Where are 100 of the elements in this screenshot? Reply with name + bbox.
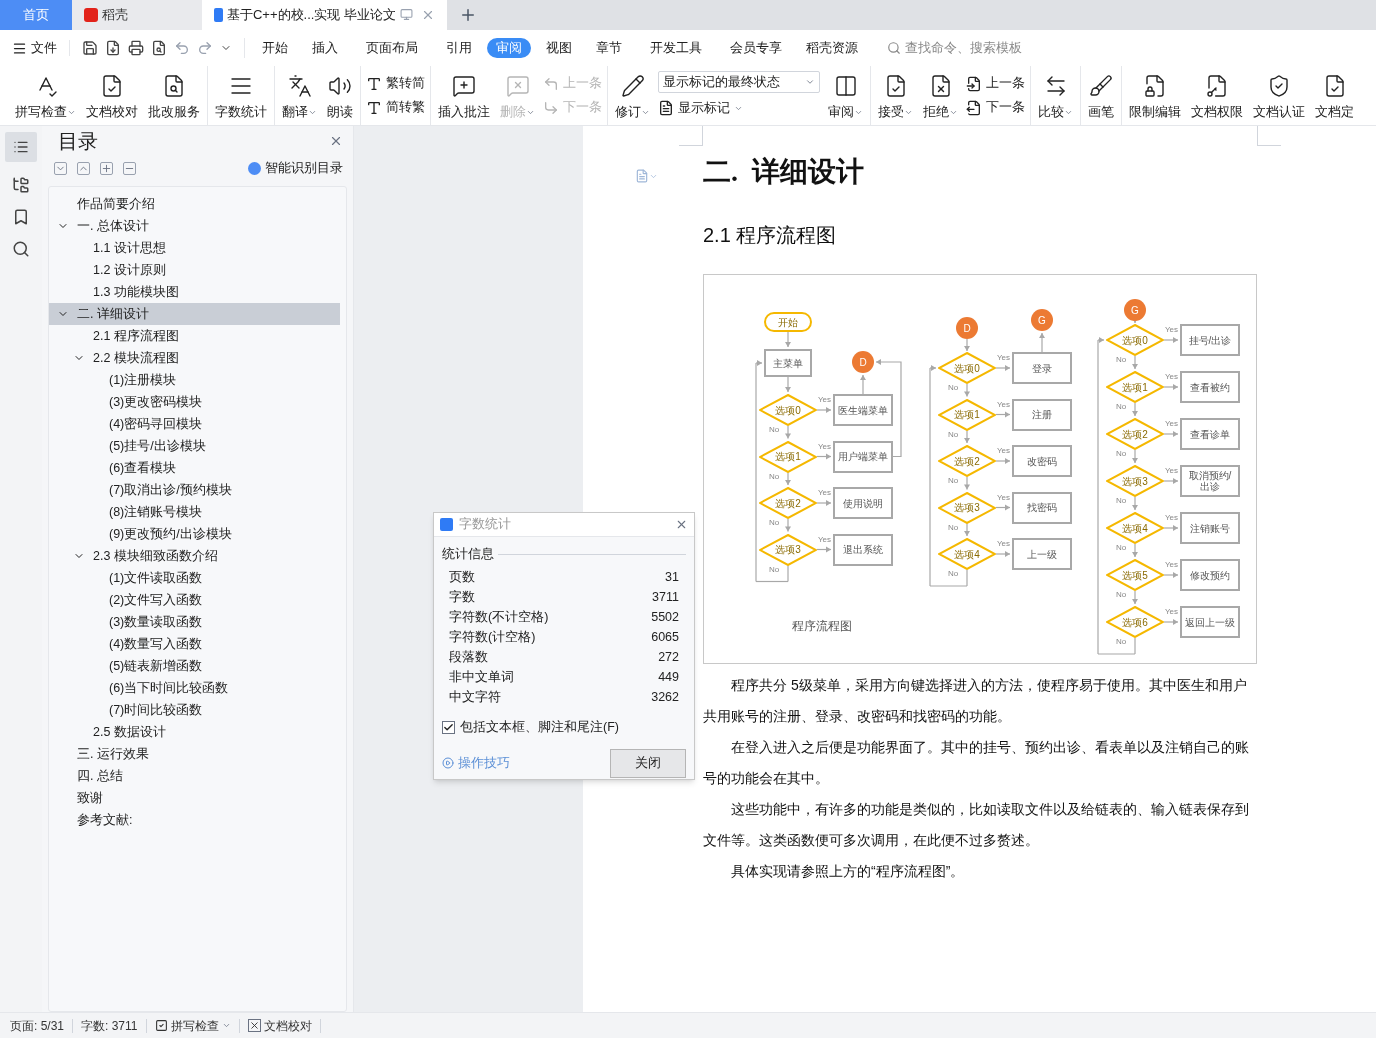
expand-all-icon[interactable]	[54, 161, 67, 175]
ribbon-tab[interactable]: 章节	[587, 38, 631, 58]
new-tab-icon[interactable]	[459, 6, 477, 24]
toc-item[interactable]: (7)取消出诊/预约模块	[49, 479, 340, 501]
arrow-down-right-icon	[543, 99, 559, 116]
toc-item[interactable]: 参考文献:	[49, 809, 340, 831]
toc-item[interactable]: 2.2 模块流程图	[49, 347, 340, 369]
toc-item[interactable]: (1)注册模块	[49, 369, 340, 391]
close-icon[interactable]	[329, 134, 343, 148]
toc-item[interactable]: (4)数量写入函数	[49, 633, 340, 655]
proofread-button[interactable]: 文档校对	[247, 1016, 312, 1035]
toc-item[interactable]: (2)文件写入函数	[49, 589, 340, 611]
toc-item[interactable]: 四. 总结	[49, 765, 340, 787]
ribbon-button[interactable]: 字数统计	[213, 69, 269, 122]
decision-diamond: 选项4	[938, 538, 996, 570]
undo-icon[interactable]	[174, 40, 190, 56]
ribbon-small-button[interactable]: 上一条	[966, 71, 1025, 96]
toc-item[interactable]: 一. 总体设计	[49, 215, 340, 237]
toc-item[interactable]: (3)更改密码模块	[49, 391, 340, 413]
columns-icon	[833, 73, 858, 98]
close-icon[interactable]	[421, 8, 435, 22]
ribbon-tab[interactable]: 开始	[253, 38, 297, 58]
ribbon-tab[interactable]: 插入	[303, 38, 347, 58]
toc-item[interactable]: 三. 运行效果	[49, 743, 340, 765]
outline-tree-icon[interactable]	[12, 176, 30, 194]
remove-level-icon[interactable]	[123, 161, 136, 175]
file-menu[interactable]: 文件	[12, 38, 57, 58]
smart-toc-button[interactable]: 智能识别目录	[248, 158, 347, 178]
window-tab[interactable]: 稻壳	[72, 0, 202, 30]
ribbon-small-button[interactable]: 简转繁	[366, 95, 425, 120]
print-icon[interactable]	[128, 40, 144, 56]
ribbon-tab[interactable]: 视图	[537, 38, 581, 58]
toc-item[interactable]: 2.3 模块细致函数介绍	[49, 545, 340, 567]
ribbon-button[interactable]: 修订	[613, 69, 652, 122]
word-count[interactable]: 字数: 3711	[81, 1016, 138, 1035]
ribbon-tab[interactable]: 开发工具	[641, 38, 711, 58]
document-options-icon[interactable]	[635, 169, 658, 183]
spell-check-button[interactable]: 拼写检查	[154, 1016, 231, 1035]
ribbon-button[interactable]: 拒绝	[921, 69, 960, 122]
ribbon-tab[interactable]: 稻壳资源	[797, 38, 867, 58]
ribbon-button[interactable]: 批改服务	[146, 69, 202, 122]
process-box: 改密码	[1012, 445, 1072, 477]
search-icon[interactable]	[12, 240, 30, 258]
toc-item[interactable]: 作品简要介绍	[49, 193, 340, 215]
decision-diamond: 选项1	[1106, 371, 1164, 403]
ribbon-tab[interactable]: 引用	[437, 38, 481, 58]
toc-item[interactable]: 2.1 程序流程图	[49, 325, 340, 347]
ribbon-button[interactable]: 文档校对	[84, 69, 140, 122]
window-tab[interactable]: 基于C++的校...实现 毕业论文	[202, 0, 447, 30]
redo-icon[interactable]	[197, 40, 213, 56]
ribbon-button[interactable]: 插入批注	[436, 69, 492, 122]
toc-item[interactable]: 1.2 设计原则	[49, 259, 340, 281]
ribbon-button[interactable]: 文档定	[1313, 69, 1356, 122]
add-level-icon[interactable]	[100, 161, 113, 175]
save-icon[interactable]	[82, 40, 98, 56]
no-label: No	[948, 570, 959, 578]
ribbon-button[interactable]: 朗读	[325, 69, 355, 122]
bookmark-icon[interactable]	[12, 208, 30, 226]
toc-panel-button[interactable]	[5, 132, 37, 162]
ribbon-tab[interactable]: 页面布局	[357, 38, 427, 58]
monitor-icon[interactable]	[400, 8, 413, 21]
ribbon-button[interactable]: 比较	[1036, 69, 1075, 122]
ribbon-button[interactable]: 翻译	[280, 69, 319, 122]
toc-item[interactable]: (3)数量读取函数	[49, 611, 340, 633]
include-checkbox[interactable]: 包括文本框、脚注和尾注(F)	[434, 717, 694, 737]
ribbon-small-button[interactable]: 显示标记	[658, 96, 820, 120]
stat-value: 6065	[651, 629, 679, 647]
ribbon-button[interactable]: 文档权限	[1189, 69, 1245, 122]
connector-arrow	[1163, 525, 1179, 531]
toc-item[interactable]: (4)密码寻回模块	[49, 413, 340, 435]
export-icon[interactable]	[105, 40, 121, 56]
toc-item[interactable]: 致谢	[49, 787, 340, 809]
close-button[interactable]: 关闭	[610, 748, 686, 778]
ribbon-button[interactable]: 拼写检查	[13, 69, 78, 122]
print-preview-icon[interactable]	[151, 40, 167, 56]
toc-item[interactable]: (7)时间比较函数	[49, 699, 340, 721]
ribbon-button[interactable]: 审阅	[826, 69, 865, 122]
ribbon-button[interactable]: 文档认证	[1251, 69, 1307, 122]
toc-item[interactable]: (1)文件读取函数	[49, 567, 340, 589]
ribbon-small-button[interactable]: 繁转简	[366, 71, 425, 96]
toc-item[interactable]: 2.5 数据设计	[49, 721, 340, 743]
toc-item[interactable]: (9)更改预约/出诊模块	[49, 523, 340, 545]
toc-item[interactable]: 1.1 设计思想	[49, 237, 340, 259]
ribbon-button[interactable]: 限制编辑	[1127, 69, 1183, 122]
toc-item[interactable]: (6)查看模块	[49, 457, 340, 479]
ribbon-tab[interactable]: 会员专享	[721, 38, 791, 58]
toc-item[interactable]: 1.3 功能模块图	[49, 281, 340, 303]
toc-item[interactable]: (6)当下时间比较函数	[49, 677, 340, 699]
ribbon-button[interactable]: 画笔	[1086, 69, 1116, 122]
ribbon-small-button[interactable]: 下一条	[966, 95, 1025, 120]
collapse-all-icon[interactable]	[77, 161, 90, 175]
ribbon-button[interactable]: 接受	[876, 69, 915, 122]
command-search-field[interactable]: 查找命令、搜索模板	[887, 38, 1055, 58]
close-icon[interactable]	[675, 518, 688, 531]
menu-icon	[12, 40, 27, 56]
toc-item[interactable]: (8)注销账号模块	[49, 501, 340, 523]
markup-dropdown[interactable]: 显示标记的最终状态	[658, 71, 820, 93]
toc-item[interactable]: (5)挂号/出诊模块	[49, 435, 340, 457]
toc-item[interactable]: (5)链表新增函数	[49, 655, 340, 677]
toc-item[interactable]: 二. 详细设计	[49, 303, 340, 325]
